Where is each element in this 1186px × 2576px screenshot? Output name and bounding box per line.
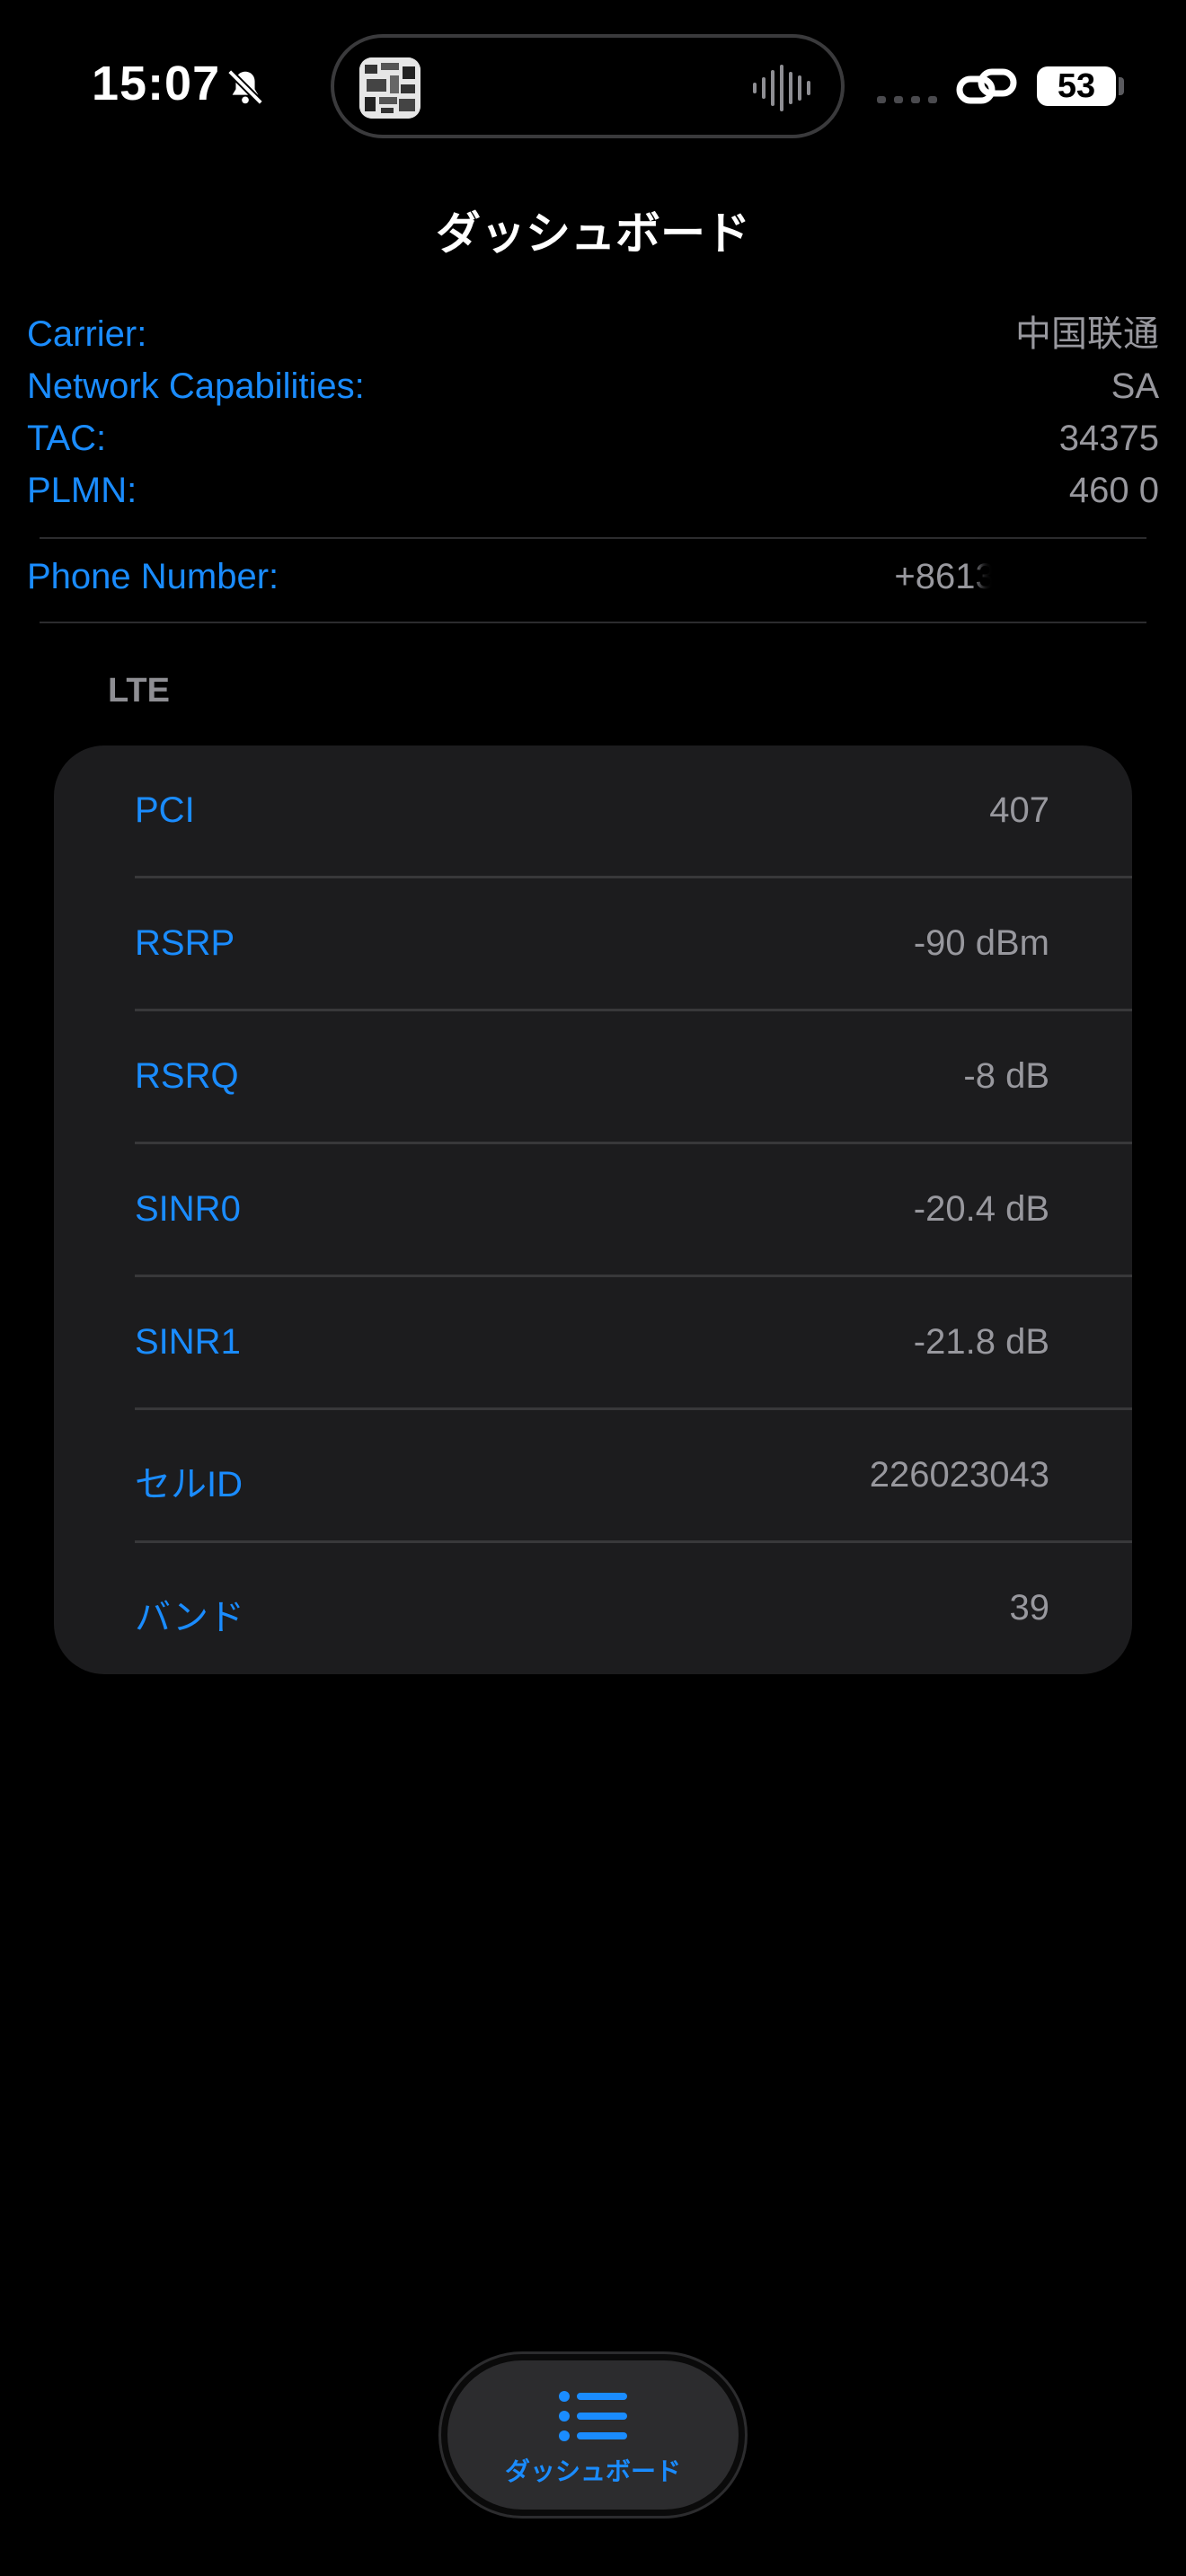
list-item-rsrq: RSRQ -8 dB: [135, 1011, 1132, 1144]
waveform-icon: [753, 65, 810, 111]
carrier-value: 中国联通: [1015, 314, 1159, 354]
tab-dashboard-label[interactable]: ダッシュボード: [447, 2452, 739, 2488]
lte-card: PCI 407 RSRP -90 dBm RSRQ -8 dB SINR0 -2…: [54, 745, 1132, 1674]
list-item-sinr1: SINR1 -21.8 dB: [135, 1277, 1132, 1410]
link-icon: [956, 68, 1017, 104]
row-value: 39: [1009, 1588, 1050, 1628]
row-label: バンド: [135, 1598, 244, 1637]
row-value: -20.4 dB: [913, 1189, 1049, 1229]
now-playing-artwork: [359, 57, 420, 119]
list-bullet-icon[interactable]: [557, 2389, 629, 2443]
row-label: セルID: [135, 1465, 243, 1504]
tac-label: TAC:: [27, 419, 107, 458]
list-item-band: バンド 39: [135, 1543, 1132, 1676]
carrier-label: Carrier:: [27, 314, 147, 354]
tac-value: 34375: [1058, 419, 1159, 458]
row-label: SINR0: [135, 1189, 241, 1229]
row-label: RSRP: [135, 923, 235, 963]
divider-top: [40, 537, 1146, 539]
network-capabilities-label: Network Capabilities:: [27, 366, 365, 406]
row-label: PCI: [135, 790, 195, 830]
plmn-value: 460 0: [1068, 471, 1159, 510]
redacted-phone-digits: [979, 550, 1168, 622]
list-item-rsrp: RSRP -90 dBm: [135, 878, 1132, 1011]
bell-slash-icon: [227, 69, 263, 105]
carrier-row: Carrier: 中国联通: [27, 309, 1159, 359]
battery-indicator: 53: [1037, 66, 1116, 106]
section-header-lte: LTE: [108, 672, 170, 710]
phone-number-label: Phone Number:: [27, 557, 279, 596]
row-value: -21.8 dB: [913, 1322, 1049, 1362]
row-label: RSRQ: [135, 1056, 239, 1096]
network-capabilities-row: Network Capabilities: SA: [27, 361, 1159, 411]
plmn-row: PLMN: 460 0: [27, 465, 1159, 516]
list-item-sinr0: SINR0 -20.4 dB: [135, 1144, 1132, 1277]
row-label: SINR1: [135, 1322, 241, 1362]
status-time: 15:07: [92, 57, 221, 110]
list-item-cell-id: セルID 226023043: [135, 1410, 1132, 1543]
plmn-label: PLMN:: [27, 471, 137, 510]
tac-row: TAC: 34375: [27, 413, 1159, 463]
row-value: 226023043: [869, 1455, 1049, 1495]
list-item-pci: PCI 407: [135, 745, 1132, 878]
row-value: 407: [989, 790, 1049, 830]
row-value: -8 dB: [963, 1056, 1049, 1096]
row-value: -90 dBm: [913, 923, 1049, 963]
dynamic-island[interactable]: [331, 34, 845, 138]
page-title: ダッシュボード: [436, 208, 750, 259]
signal-dots-icon: [877, 96, 937, 103]
divider-bottom: [40, 622, 1146, 623]
battery-tip: [1119, 77, 1124, 95]
network-capabilities-value: SA: [1111, 366, 1159, 406]
